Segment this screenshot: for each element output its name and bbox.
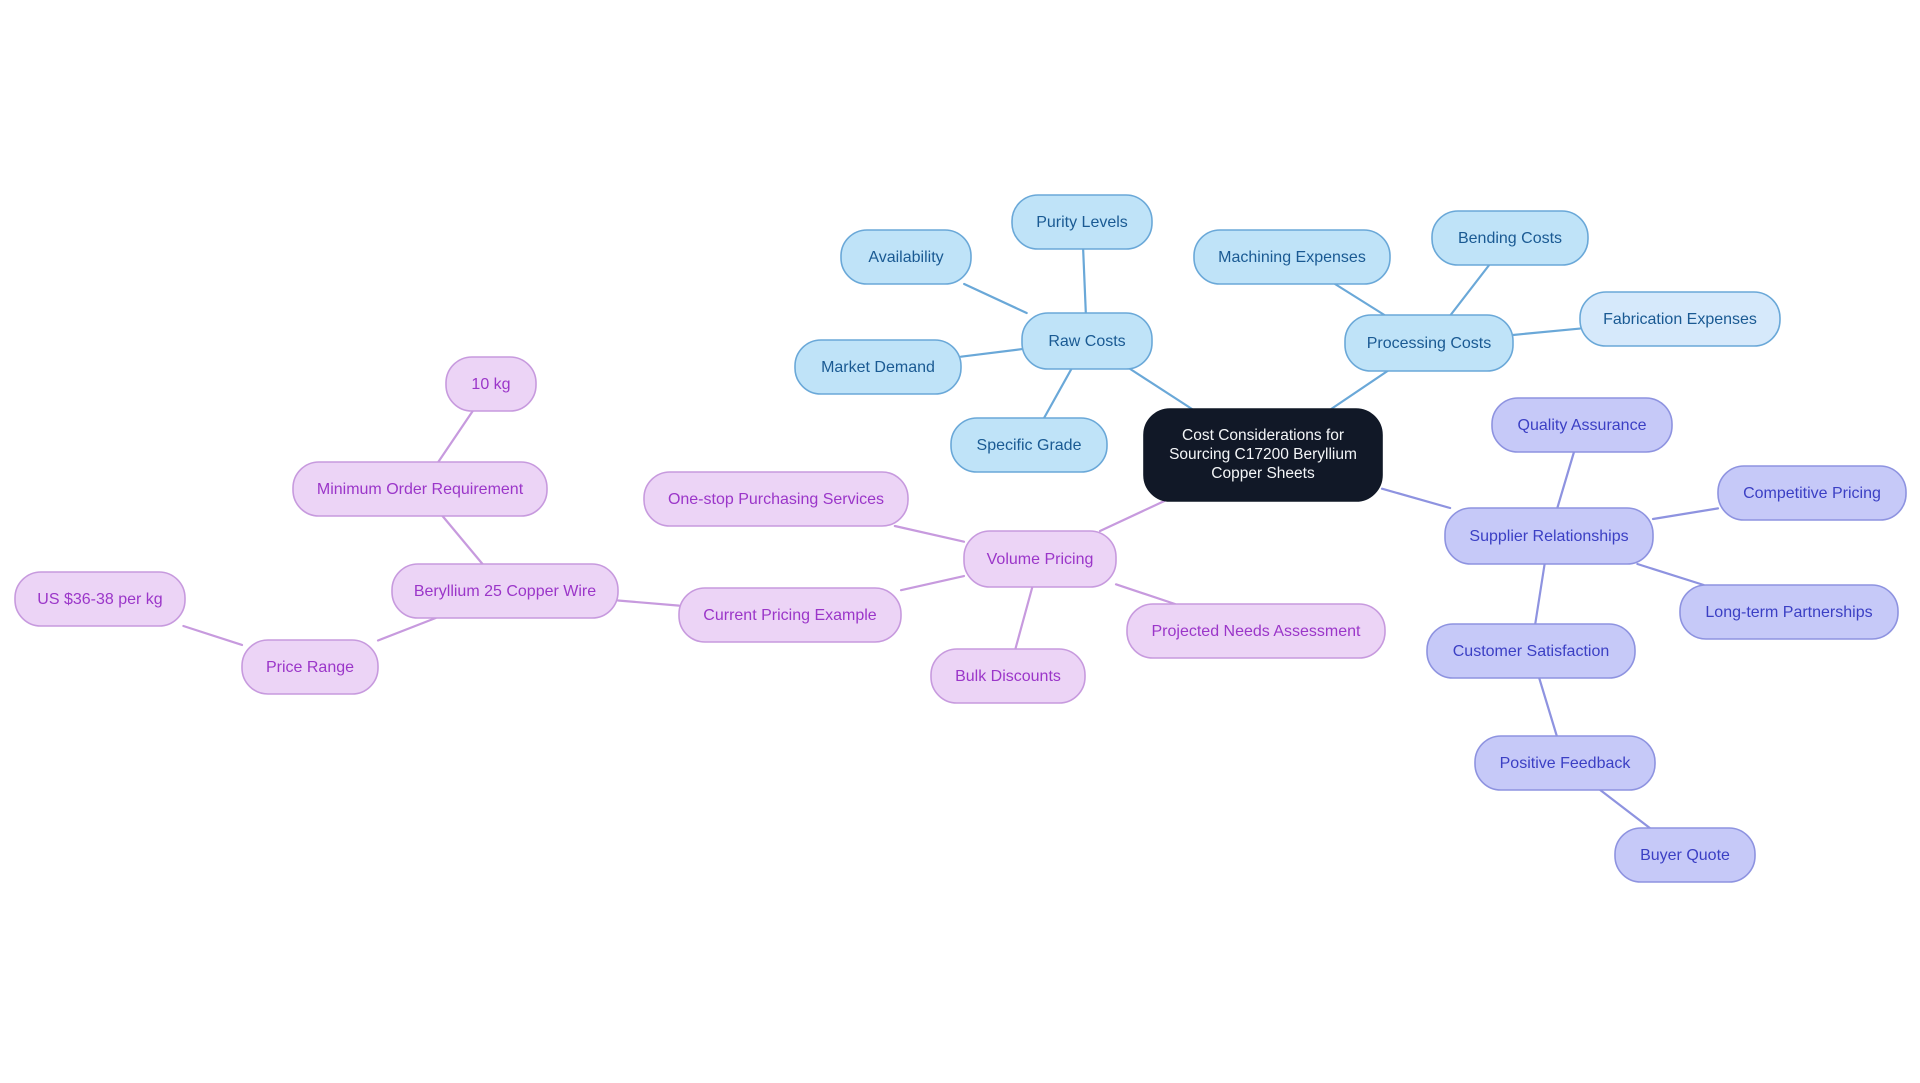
mindmap-edge <box>1129 367 1194 411</box>
mindmap-node[interactable]: Projected Needs Assessment <box>1126 603 1386 659</box>
mindmap-node[interactable]: Availability <box>840 229 972 285</box>
node-layer: Cost Considerations for Sourcing C17200 B… <box>14 194 1907 883</box>
node-shape <box>1426 623 1636 679</box>
node-shape <box>1126 603 1386 659</box>
mindmap-edge <box>963 282 1028 315</box>
mindmap-edge <box>616 599 681 607</box>
mindmap-node[interactable]: Purity Levels <box>1011 194 1153 250</box>
mindmap-edge <box>1380 487 1452 510</box>
node-shape <box>1344 314 1514 372</box>
node-shape <box>1021 312 1153 370</box>
node-shape <box>1431 210 1589 266</box>
node-shape <box>391 563 619 619</box>
node-shape <box>292 461 548 517</box>
mindmap-edge <box>1114 583 1177 606</box>
node-shape <box>1011 194 1153 250</box>
node-shape <box>963 530 1117 588</box>
node-shape <box>1143 408 1383 502</box>
mindmap-edge <box>1534 562 1546 626</box>
node-shape <box>1193 229 1391 285</box>
mindmap-node[interactable]: Customer Satisfaction <box>1426 623 1636 679</box>
mindmap-edge <box>959 347 1024 358</box>
node-shape <box>950 417 1108 473</box>
mindmap-node[interactable]: US $36-38 per kg <box>14 571 186 627</box>
node-shape <box>1491 397 1673 453</box>
mindmap-node[interactable]: 10 kg <box>445 356 537 412</box>
mindmap-node[interactable]: Specific Grade <box>950 417 1108 473</box>
mindmap-node[interactable]: Positive Feedback <box>1474 735 1656 791</box>
node-shape <box>1474 735 1656 791</box>
node-shape <box>794 339 962 395</box>
mindmap-edge <box>437 409 474 464</box>
mindmap-node[interactable]: Volume Pricing <box>963 530 1117 588</box>
node-shape <box>14 571 186 627</box>
mindmap-edge <box>1042 367 1073 420</box>
mindmap-node[interactable]: Minimum Order Requirement <box>292 461 548 517</box>
mindmap-edge <box>1449 263 1491 317</box>
mindmap-node[interactable]: Machining Expenses <box>1193 229 1391 285</box>
mindmap-node[interactable]: Market Demand <box>794 339 962 395</box>
mindmap-node[interactable]: Bending Costs <box>1431 210 1589 266</box>
node-shape <box>840 229 972 285</box>
mindmap-edge <box>376 616 437 642</box>
mindmap-svg: Cost Considerations for Sourcing C17200 B… <box>14 194 1907 883</box>
mindmap-node[interactable]: Competitive Pricing <box>1717 465 1907 521</box>
node-shape <box>1614 827 1756 883</box>
mindmap-node[interactable]: Raw Costs <box>1021 312 1153 370</box>
node-shape <box>241 639 379 695</box>
mindmap-edge <box>899 574 966 592</box>
node-shape <box>1679 584 1899 640</box>
mindmap-edge <box>1556 450 1576 510</box>
mindmap-edge <box>1599 788 1651 830</box>
mindmap-edge <box>1511 327 1582 337</box>
mindmap-edge <box>1651 507 1720 521</box>
node-shape <box>643 471 909 527</box>
mindmap-node[interactable]: Current Pricing Example <box>678 587 902 643</box>
mindmap-node[interactable]: One-stop Purchasing Services <box>643 471 909 527</box>
mindmap-node[interactable]: Supplier Relationships <box>1444 507 1654 565</box>
mindmap-edge <box>1330 369 1389 411</box>
node-shape <box>1444 507 1654 565</box>
mindmap-node[interactable]: Quality Assurance <box>1491 397 1673 453</box>
mindmap-edge <box>1538 676 1558 738</box>
mindmap-edge <box>893 524 966 543</box>
mindmap-edge <box>182 624 244 647</box>
mindmap-edge <box>441 514 484 566</box>
mindmap-edge <box>1333 282 1386 317</box>
node-shape <box>445 356 537 412</box>
mindmap-canvas: Cost Considerations for Sourcing C17200 B… <box>0 0 1920 1083</box>
mindmap-node[interactable]: Processing Costs <box>1344 314 1514 372</box>
node-shape <box>678 587 902 643</box>
mindmap-root-node[interactable]: Cost Considerations for Sourcing C17200 B… <box>1143 408 1383 502</box>
mindmap-edge <box>1098 499 1166 533</box>
mindmap-node[interactable]: Fabrication Expenses <box>1579 291 1781 347</box>
node-shape <box>1579 291 1781 347</box>
mindmap-node[interactable]: Beryllium 25 Copper Wire <box>391 563 619 619</box>
mindmap-node[interactable]: Buyer Quote <box>1614 827 1756 883</box>
mindmap-node[interactable]: Long-term Partnerships <box>1679 584 1899 640</box>
mindmap-node[interactable]: Price Range <box>241 639 379 695</box>
mindmap-node[interactable]: Bulk Discounts <box>930 648 1086 704</box>
mindmap-edge <box>1082 247 1087 315</box>
mindmap-edge <box>1014 585 1034 651</box>
node-shape <box>1717 465 1907 521</box>
node-shape <box>930 648 1086 704</box>
mindmap-edge <box>1636 562 1705 587</box>
